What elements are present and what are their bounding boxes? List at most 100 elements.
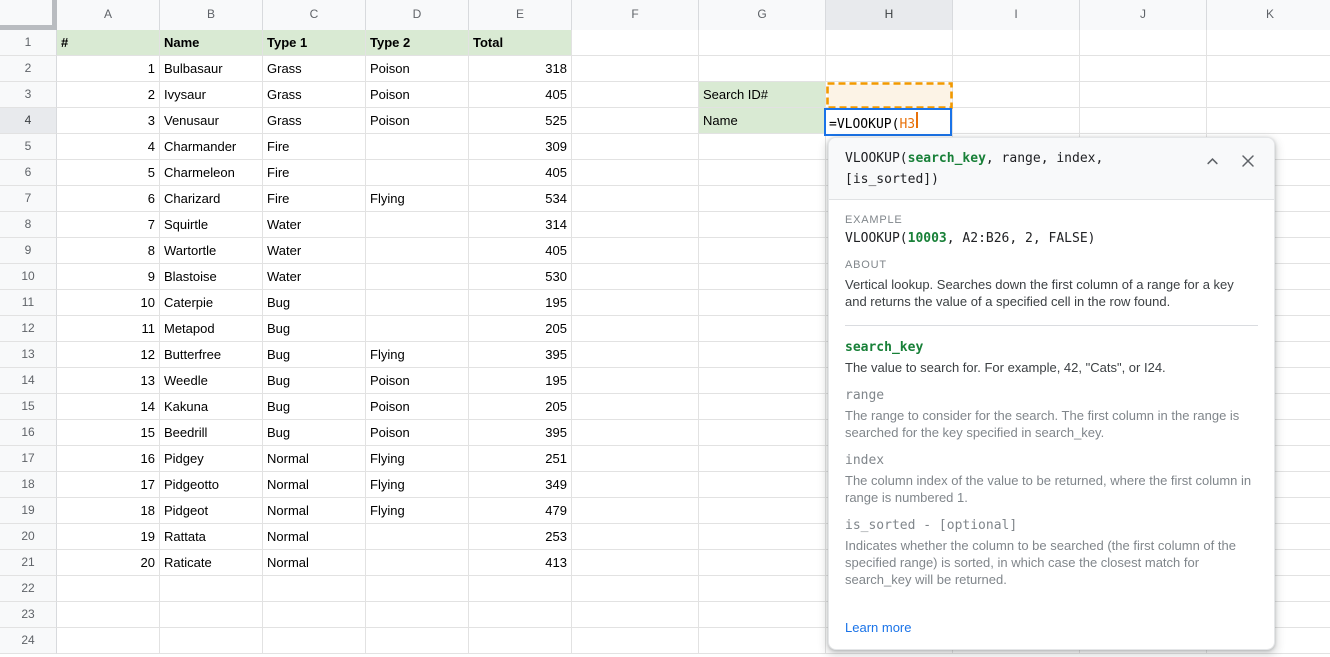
cell-A5[interactable]: 4 bbox=[57, 134, 160, 160]
cell-E1[interactable]: Total bbox=[469, 30, 572, 56]
cell-A15[interactable]: 14 bbox=[57, 394, 160, 420]
cell-G9[interactable] bbox=[699, 238, 826, 264]
cell-A18[interactable]: 17 bbox=[57, 472, 160, 498]
cell-K2[interactable] bbox=[1207, 56, 1330, 82]
cell-D21[interactable] bbox=[366, 550, 469, 576]
col-header-J[interactable]: J bbox=[1080, 0, 1207, 30]
row-header-24[interactable]: 24 bbox=[0, 628, 57, 654]
cell-F13[interactable] bbox=[572, 342, 699, 368]
cell-B15[interactable]: Kakuna bbox=[160, 394, 263, 420]
cell-G7[interactable] bbox=[699, 186, 826, 212]
cell-C10[interactable]: Water bbox=[263, 264, 366, 290]
cell-C8[interactable]: Water bbox=[263, 212, 366, 238]
cell-E9[interactable]: 405 bbox=[469, 238, 572, 264]
col-header-G[interactable]: G bbox=[699, 0, 826, 30]
cell-B10[interactable]: Blastoise bbox=[160, 264, 263, 290]
cell-F23[interactable] bbox=[572, 602, 699, 628]
cell-B6[interactable]: Charmeleon bbox=[160, 160, 263, 186]
cell-A13[interactable]: 12 bbox=[57, 342, 160, 368]
col-header-F[interactable]: F bbox=[572, 0, 699, 30]
cell-K1[interactable] bbox=[1207, 30, 1330, 56]
collapse-chevron-up-icon[interactable] bbox=[1202, 151, 1222, 171]
cell-E20[interactable]: 253 bbox=[469, 524, 572, 550]
cell-B8[interactable]: Squirtle bbox=[160, 212, 263, 238]
cell-E6[interactable]: 405 bbox=[469, 160, 572, 186]
cell-G10[interactable] bbox=[699, 264, 826, 290]
cell-D2[interactable]: Poison bbox=[366, 56, 469, 82]
cell-E15[interactable]: 205 bbox=[469, 394, 572, 420]
cell-C11[interactable]: Bug bbox=[263, 290, 366, 316]
cell-B3[interactable]: Ivysaur bbox=[160, 82, 263, 108]
cell-B2[interactable]: Bulbasaur bbox=[160, 56, 263, 82]
cell-I2[interactable] bbox=[953, 56, 1080, 82]
cell-F6[interactable] bbox=[572, 160, 699, 186]
cell-G3[interactable]: Search ID# bbox=[699, 82, 826, 108]
cell-G11[interactable] bbox=[699, 290, 826, 316]
cell-C1[interactable]: Type 1 bbox=[263, 30, 366, 56]
cell-A22[interactable] bbox=[57, 576, 160, 602]
row-header-23[interactable]: 23 bbox=[0, 602, 57, 628]
close-icon[interactable] bbox=[1238, 151, 1258, 171]
cell-C19[interactable]: Normal bbox=[263, 498, 366, 524]
row-header-22[interactable]: 22 bbox=[0, 576, 57, 602]
cell-F10[interactable] bbox=[572, 264, 699, 290]
cell-G6[interactable] bbox=[699, 160, 826, 186]
cell-D7[interactable]: Flying bbox=[366, 186, 469, 212]
cell-B20[interactable]: Rattata bbox=[160, 524, 263, 550]
row-header-6[interactable]: 6 bbox=[0, 160, 57, 186]
cell-B5[interactable]: Charmander bbox=[160, 134, 263, 160]
cell-E14[interactable]: 195 bbox=[469, 368, 572, 394]
cell-A2[interactable]: 1 bbox=[57, 56, 160, 82]
cell-G19[interactable] bbox=[699, 498, 826, 524]
cell-A23[interactable] bbox=[57, 602, 160, 628]
row-header-3[interactable]: 3 bbox=[0, 82, 57, 108]
cell-B14[interactable]: Weedle bbox=[160, 368, 263, 394]
cell-F20[interactable] bbox=[572, 524, 699, 550]
cell-C23[interactable] bbox=[263, 602, 366, 628]
cell-F11[interactable] bbox=[572, 290, 699, 316]
cell-A16[interactable]: 15 bbox=[57, 420, 160, 446]
cell-C13[interactable]: Bug bbox=[263, 342, 366, 368]
cell-D15[interactable]: Poison bbox=[366, 394, 469, 420]
cell-F3[interactable] bbox=[572, 82, 699, 108]
cell-G16[interactable] bbox=[699, 420, 826, 446]
cell-D14[interactable]: Poison bbox=[366, 368, 469, 394]
row-header-8[interactable]: 8 bbox=[0, 212, 57, 238]
cell-D6[interactable] bbox=[366, 160, 469, 186]
cell-D3[interactable]: Poison bbox=[366, 82, 469, 108]
row-header-15[interactable]: 15 bbox=[0, 394, 57, 420]
cell-G23[interactable] bbox=[699, 602, 826, 628]
row-header-1[interactable]: 1 bbox=[0, 30, 57, 56]
cell-D20[interactable] bbox=[366, 524, 469, 550]
cell-A24[interactable] bbox=[57, 628, 160, 654]
cell-A8[interactable]: 7 bbox=[57, 212, 160, 238]
cell-D1[interactable]: Type 2 bbox=[366, 30, 469, 56]
cell-B17[interactable]: Pidgey bbox=[160, 446, 263, 472]
cell-F7[interactable] bbox=[572, 186, 699, 212]
cell-E23[interactable] bbox=[469, 602, 572, 628]
row-header-4[interactable]: 4 bbox=[0, 108, 57, 134]
cell-F12[interactable] bbox=[572, 316, 699, 342]
cell-G13[interactable] bbox=[699, 342, 826, 368]
cell-E12[interactable]: 205 bbox=[469, 316, 572, 342]
row-header-14[interactable]: 14 bbox=[0, 368, 57, 394]
cell-G12[interactable] bbox=[699, 316, 826, 342]
cell-E19[interactable]: 479 bbox=[469, 498, 572, 524]
cell-I1[interactable] bbox=[953, 30, 1080, 56]
cell-A6[interactable]: 5 bbox=[57, 160, 160, 186]
row-header-2[interactable]: 2 bbox=[0, 56, 57, 82]
cell-A11[interactable]: 10 bbox=[57, 290, 160, 316]
cell-G15[interactable] bbox=[699, 394, 826, 420]
cell-C24[interactable] bbox=[263, 628, 366, 654]
cell-C17[interactable]: Normal bbox=[263, 446, 366, 472]
cell-C9[interactable]: Water bbox=[263, 238, 366, 264]
cell-F21[interactable] bbox=[572, 550, 699, 576]
cell-B7[interactable]: Charizard bbox=[160, 186, 263, 212]
cell-E16[interactable]: 395 bbox=[469, 420, 572, 446]
row-header-5[interactable]: 5 bbox=[0, 134, 57, 160]
cell-F9[interactable] bbox=[572, 238, 699, 264]
cell-D16[interactable]: Poison bbox=[366, 420, 469, 446]
cell-H1[interactable] bbox=[826, 30, 953, 56]
cell-A7[interactable]: 6 bbox=[57, 186, 160, 212]
cell-A21[interactable]: 20 bbox=[57, 550, 160, 576]
